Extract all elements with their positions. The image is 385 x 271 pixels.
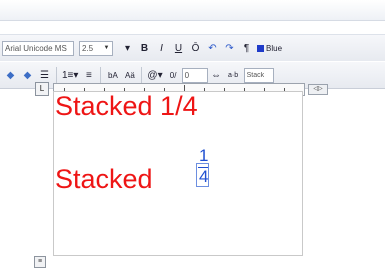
chevron-down-icon[interactable]: ▼	[102, 43, 111, 54]
tracking-icon[interactable]: ⇔	[210, 67, 223, 84]
tab-type-button[interactable]: L	[35, 82, 49, 96]
font-size-value: 2.5	[82, 43, 94, 53]
lowercase-icon[interactable]: Aä	[123, 67, 136, 84]
oblique-angle-icon[interactable]: 0/	[167, 67, 180, 84]
fraction-numerator: 1	[199, 146, 209, 165]
formatting-toolbar: Arial Unicode MS 2.5 ▼ ▾ B I U Ō ↶ ↷ ¶ B…	[0, 34, 385, 61]
color-label: Blue	[266, 43, 283, 53]
font-name-value: Arial Unicode MS	[5, 43, 67, 53]
italic-button[interactable]: I	[155, 40, 168, 57]
stack-label: Stack	[246, 71, 265, 79]
font-name-dropdown[interactable]: Arial Unicode MS	[2, 40, 74, 56]
align-center-icon[interactable]: ◆	[21, 67, 34, 84]
indent-value: 0	[184, 70, 190, 80]
underline-button[interactable]: U	[172, 40, 185, 57]
text-line-2[interactable]: Stacked	[55, 166, 153, 193]
symbol-dropdown[interactable]: @▾	[147, 67, 162, 84]
font-size-dropdown[interactable]: 2.5 ▼	[79, 40, 113, 56]
uppercase-icon[interactable]: bA	[106, 67, 119, 84]
indent-input[interactable]: 0	[181, 67, 208, 83]
bold-button[interactable]: B	[138, 40, 151, 57]
color-dropdown[interactable]: Blue	[257, 40, 282, 57]
color-swatch-icon	[257, 44, 264, 52]
toolbar-separator	[100, 67, 102, 83]
redo-button[interactable]: ↷	[223, 40, 236, 57]
resize-handle-icon[interactable]: ≡	[34, 256, 46, 268]
width-factor-icon[interactable]: a·b	[227, 67, 240, 84]
paragraph-icon[interactable]: ¶	[240, 40, 253, 57]
ruler-resize-handle[interactable]: ◁▷	[308, 84, 328, 95]
toolbar-separator	[56, 67, 57, 83]
justify-icon[interactable]: ☰	[38, 67, 51, 84]
align-left-icon[interactable]: ◆	[4, 67, 17, 84]
dropdown-arrow-icon[interactable]: ▾	[121, 40, 134, 57]
stacked-fraction[interactable]: 1 4	[196, 147, 212, 187]
fraction-selection-box	[196, 163, 209, 187]
bullet-list-icon[interactable]: ≡	[82, 67, 95, 84]
undo-button[interactable]: ↶	[206, 40, 219, 57]
overline-button[interactable]: Ō	[189, 40, 202, 57]
text-line-1[interactable]: Stacked 1/4	[55, 93, 198, 120]
toolbar-separator	[141, 67, 143, 83]
title-bar	[0, 0, 385, 21]
numbering-dropdown[interactable]: 1≡▾	[62, 67, 78, 84]
stack-button[interactable]: Stack	[243, 67, 274, 83]
